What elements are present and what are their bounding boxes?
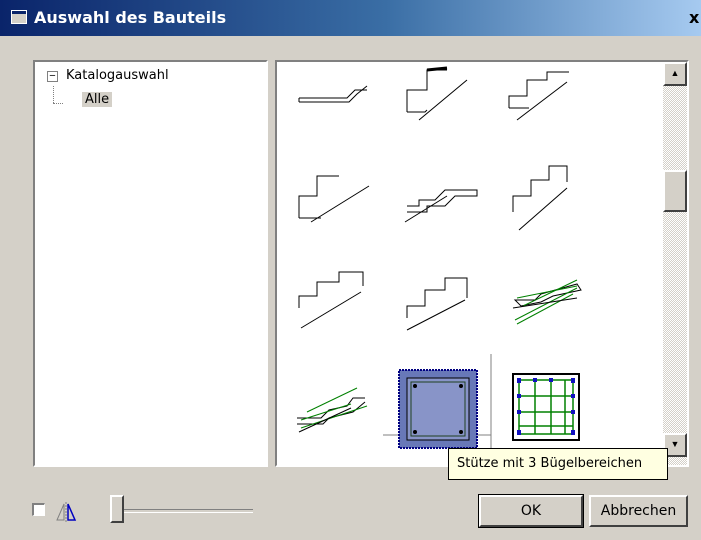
stair-profile-9-reinforced[interactable]: [512, 279, 582, 325]
size-slider-track[interactable]: [113, 509, 253, 513]
tree-item-katalogauswahl[interactable]: Katalogauswahl: [66, 68, 169, 83]
tooltip: Stütze mit 3 Bügelbereichen: [448, 448, 668, 480]
catalog-tree[interactable]: − Katalogauswahl Alle: [33, 60, 268, 467]
component-gallery[interactable]: ▲ ▼: [275, 60, 689, 467]
mirror-checkbox[interactable]: [32, 503, 45, 516]
window-title: Auswahl des Bauteils: [34, 8, 227, 27]
stair-profile-3[interactable]: [508, 71, 569, 121]
tree-connector: [53, 103, 63, 104]
vertical-scrollbar[interactable]: ▲ ▼: [663, 62, 687, 465]
stair-profile-1[interactable]: [298, 85, 368, 103]
ok-button[interactable]: OK: [478, 494, 584, 528]
window-icon: [11, 10, 27, 24]
stair-profile-6[interactable]: [512, 165, 568, 231]
collapse-icon[interactable]: −: [47, 71, 58, 82]
tree-connector: [53, 86, 54, 103]
stair-profile-8[interactable]: [406, 277, 468, 331]
cancel-button[interactable]: Abbrechen: [589, 495, 688, 527]
scroll-up-button[interactable]: ▲: [663, 62, 687, 86]
mirror-icon: [56, 502, 77, 522]
column-section-reinforced[interactable]: [512, 373, 580, 441]
scroll-thumb[interactable]: [663, 170, 687, 212]
stair-profile-10-reinforced[interactable]: [297, 387, 368, 433]
stair-profile-7[interactable]: [298, 271, 364, 329]
title-bar[interactable]: Auswahl des Bauteils x: [0, 0, 701, 36]
close-button[interactable]: x: [689, 8, 701, 27]
column-section-selected[interactable]: [398, 369, 478, 449]
stair-profile-5[interactable]: [404, 189, 478, 223]
size-slider-thumb[interactable]: [110, 495, 124, 523]
stair-profile-2[interactable]: [406, 66, 468, 121]
tree-item-alle[interactable]: Alle: [82, 92, 113, 107]
stair-profile-4[interactable]: [298, 175, 370, 223]
